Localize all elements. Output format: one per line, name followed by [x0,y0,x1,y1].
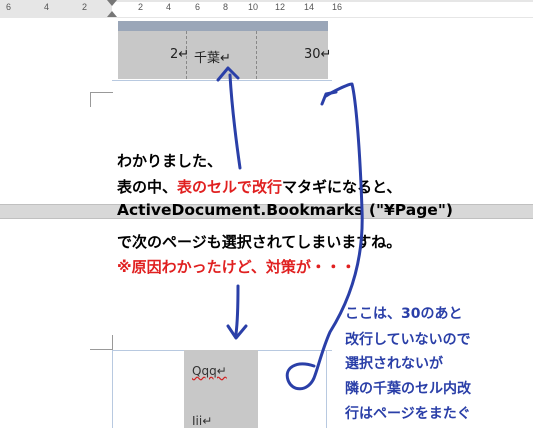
message-line: ActiveDocument.Bookmarks ("¥Page") [117,201,453,219]
message-line: で次のページも選択されてしまいますね。 [117,233,402,251]
message-text: マタギになると、 [282,178,402,196]
ruler-number: 14 [304,2,315,12]
ruler-number: 4 [166,2,172,12]
arrow-down [234,284,240,336]
table-cell-text[interactable]: 千葉↵ [194,47,231,66]
ruler-active-area [112,2,533,17]
table-selected-row[interactable]: 2↵ 千葉↵ 30↵ [118,31,331,79]
arrow-down-head [226,324,248,340]
annotation-line: 改行していないので [345,332,471,348]
hanging-indent-marker[interactable] [107,11,117,17]
message-warning-line: ※原因わかったけど、対策が・・・ [117,258,356,276]
table-border [326,350,327,428]
table-cell-text[interactable]: Iii↵ [192,414,212,428]
annotation-line: 選択されないが [345,356,443,372]
table-border [112,80,332,81]
horizontal-ruler[interactable]: 6 4 2 2 4 6 8 10 12 14 16 [0,0,533,18]
table-cell-text[interactable]: Qqq↵ [192,364,227,378]
annotation-line: 行はページをまたぐ [345,406,471,422]
ruler-number: 10 [248,2,259,12]
ruler-number: 2 [82,2,88,12]
ruler-number: 12 [275,2,286,12]
message-line: 表の中、表のセルで改行マタギになると、 [117,176,401,197]
first-line-indent-marker[interactable] [107,0,117,6]
table-border [112,350,113,428]
ruler-number: 16 [332,2,343,12]
table-selected-cell[interactable]: Qqq↵ Iii↵ [184,350,258,428]
table-cell-text[interactable]: 2↵ [170,47,189,62]
ruler-number: 6 [6,2,12,12]
page-corner-mark [90,335,113,350]
ruler-number: 2 [138,2,144,12]
annotation-line: ここは、30のあと [345,306,463,322]
message-text: 表の中、 [117,178,178,196]
table-cell-text[interactable]: 30↵ [304,47,331,62]
cell-divider [256,31,257,79]
ruler-number: 6 [195,2,201,12]
table-selected-row-top [118,21,328,31]
ruler-number: 4 [44,2,50,12]
ruler-number: 8 [223,2,229,12]
message-line: わかりました、 [117,152,223,170]
message-highlight: 表のセルで改行 [177,178,283,196]
annotation-line: 隣の千葉のセル内改 [345,381,471,397]
page-corner-mark [90,92,113,107]
